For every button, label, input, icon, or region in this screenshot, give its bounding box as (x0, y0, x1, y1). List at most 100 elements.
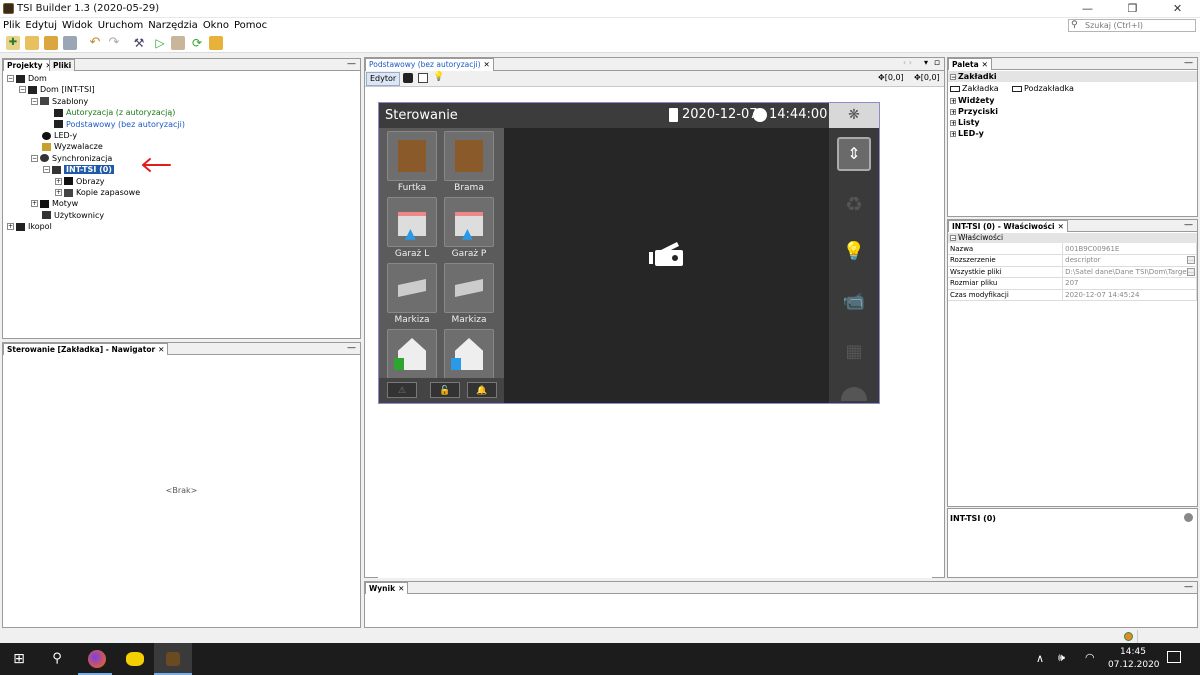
collapse-icon[interactable]: − (31, 97, 38, 105)
property-row[interactable]: Rozmiar pliku 207 (948, 277, 1197, 290)
palette-item[interactable]: Podzakładka (1012, 84, 1074, 93)
undo-icon[interactable]: ↶ (88, 36, 102, 50)
menu-plik[interactable]: Plik (0, 18, 22, 31)
batman-app-icon[interactable] (116, 643, 154, 675)
palette-item[interactable]: Zakładka (950, 84, 999, 93)
collapse-icon[interactable]: − (19, 86, 26, 94)
tree-node[interactable]: Użytkownicy (31, 210, 104, 221)
clock[interactable]: 14:45 07.12.2020 (1108, 646, 1160, 672)
close-button[interactable]: ✕ (1155, 0, 1200, 18)
save-all-icon[interactable] (63, 36, 77, 50)
widget-tile[interactable] (387, 131, 437, 181)
bulb-icon[interactable]: 💡 (837, 235, 871, 269)
grid-icon[interactable] (418, 73, 428, 83)
tab-paleta[interactable]: Paleta ✕ (948, 58, 992, 70)
tree-node[interactable]: − Szablony (31, 96, 88, 107)
recycle-icon[interactable]: ♻ (837, 187, 871, 221)
expand-icon[interactable]: + (950, 119, 956, 126)
fan-icon[interactable]: ❋ (829, 103, 879, 128)
property-row[interactable]: Wszystkie pliki D:\Satel dane\Dane TSI\Do… (948, 266, 1197, 278)
calculator-icon[interactable]: ▦ (837, 335, 871, 369)
palette-section[interactable]: + Listy (948, 117, 1197, 128)
menu-edytuj[interactable]: Edytuj (22, 18, 59, 31)
minimize-panel-icon[interactable]: — (1184, 220, 1193, 230)
search-input[interactable]: ⚲ Szukaj (Ctrl+I) (1068, 19, 1196, 32)
expand-icon[interactable]: + (950, 108, 956, 115)
tree-node[interactable]: + Ikopol (7, 221, 52, 232)
tree-node[interactable]: Podstawowy (bez autoryzacji) (43, 119, 185, 130)
widget-tile[interactable] (444, 131, 494, 181)
minimize-panel-icon[interactable]: — (347, 59, 356, 69)
close-tab-icon[interactable]: ✕ (398, 584, 404, 593)
new-project-icon[interactable]: ✚ (6, 36, 20, 50)
widget-tile[interactable] (444, 263, 494, 313)
sync-tool-icon[interactable] (209, 36, 223, 50)
tab-projekty[interactable]: Projekty✕ (3, 59, 56, 71)
property-row[interactable]: Czas modyfikacji 2020-12-07 14:45:24 (948, 289, 1197, 301)
widget-tile[interactable]: ▲ (387, 197, 437, 247)
palette-section[interactable]: + Przyciski (948, 106, 1197, 117)
stop-icon[interactable] (171, 36, 185, 50)
tree-node[interactable]: + Kopie zapasowe (55, 187, 140, 198)
build-icon[interactable]: ⚒ (132, 36, 146, 50)
expand-icon[interactable]: + (55, 177, 62, 185)
wifi-icon[interactable]: ◠ (1085, 651, 1095, 664)
tree-node[interactable]: − Dom [INT-TSI] (19, 84, 95, 95)
run-icon[interactable]: ▷ (153, 36, 167, 50)
menu-widok[interactable]: Widok (59, 18, 95, 31)
redo-icon[interactable]: ↷ (107, 36, 121, 50)
close-tab-icon[interactable]: ✕ (484, 60, 490, 69)
warning-icon[interactable]: ⚠ (387, 382, 417, 398)
tab-navigator[interactable]: Sterowanie [Zakładka] - Nawigator ✕ (3, 343, 169, 355)
camera-menu-icon[interactable]: 📹 (837, 285, 871, 319)
collapse-icon[interactable]: − (43, 166, 50, 174)
collapse-icon[interactable]: − (7, 75, 14, 82)
tree-node[interactable]: − Dom (7, 73, 47, 84)
firefox-icon[interactable] (78, 643, 116, 675)
palette-section[interactable]: − Zakładki (948, 71, 1197, 82)
tree-node[interactable]: + Obrazy (55, 176, 105, 187)
tree-node[interactable]: Wyzwalacze (31, 141, 103, 152)
tree-node[interactable]: − INT-TSI (0) (43, 164, 114, 175)
widget-tile[interactable] (444, 329, 494, 379)
minimize-panel-icon[interactable]: — (347, 343, 356, 353)
widget-tile[interactable] (387, 329, 437, 379)
expand-icon[interactable]: + (950, 130, 956, 137)
menu-okno[interactable]: Okno (200, 18, 231, 31)
expand-icon[interactable]: + (55, 189, 62, 196)
scroll-tabs-icon[interactable]: ‹ › (903, 58, 912, 67)
palette-section[interactable]: + Widżety (948, 95, 1197, 106)
round-icon[interactable] (841, 387, 867, 401)
tab-properties[interactable]: INT-TSI (0) - Właściwości ✕ (948, 220, 1068, 232)
notifications-icon[interactable] (1167, 651, 1181, 663)
menu-uruchom[interactable]: Uruchom (95, 18, 145, 31)
unlock-icon[interactable]: 🔓 (430, 382, 460, 398)
menu-narzedzia[interactable]: Narzędzia (145, 18, 200, 31)
property-row[interactable]: Rozszerzenie descriptor… (948, 254, 1197, 267)
tab-podstawowy[interactable]: Podstawowy (bez autoryzacji) ✕ (365, 58, 494, 71)
screenshot-icon[interactable] (403, 73, 413, 83)
menu-pomoc[interactable]: Pomoc (231, 18, 269, 31)
expand-icon[interactable]: + (31, 200, 38, 208)
bell-icon[interactable]: 🔔 (467, 382, 497, 398)
ellipsis-button[interactable]: … (1187, 267, 1195, 276)
editor-subtab[interactable]: Edytor (366, 72, 401, 86)
tsi-builder-taskbar-icon[interactable] (154, 643, 192, 675)
properties-section[interactable]: − Właściwości (948, 233, 1197, 243)
new-file-icon[interactable] (25, 36, 39, 50)
refresh-icon[interactable]: ⟳ (190, 36, 204, 50)
close-tab-icon[interactable]: ✕ (158, 345, 164, 354)
tree-node[interactable]: LED-y (31, 130, 77, 141)
tree-node[interactable]: + Motyw (31, 198, 78, 209)
expand-icon[interactable]: + (7, 223, 14, 231)
tab-list-icon[interactable]: ▾ (924, 58, 928, 67)
property-row[interactable]: Nazwa 001B9C00961E (948, 243, 1197, 255)
maximize-button[interactable]: ❐ (1110, 0, 1155, 18)
minimize-button[interactable]: — (1065, 0, 1110, 18)
windows-start-icon[interactable]: ⊞ (0, 643, 38, 675)
collapse-icon[interactable]: − (31, 154, 38, 162)
tab-wynik[interactable]: Wynik ✕ (365, 582, 409, 594)
widget-tile[interactable]: ▲ (444, 197, 494, 247)
close-tab-icon[interactable]: ✕ (1058, 222, 1064, 231)
collapse-icon[interactable]: − (950, 235, 956, 242)
